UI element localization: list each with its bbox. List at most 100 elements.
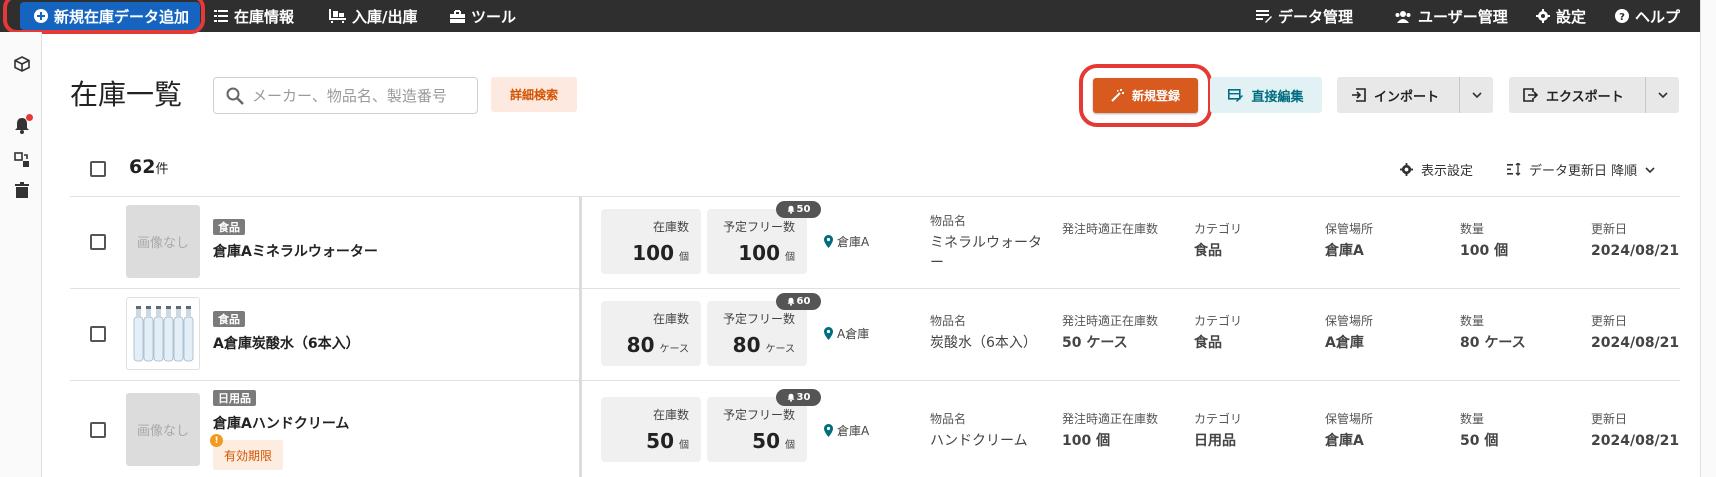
stock-label: 在庫数 — [652, 220, 689, 234]
search-icon — [226, 87, 244, 105]
stock-label: 在庫数 — [652, 408, 689, 422]
location: A倉庫 — [824, 325, 869, 342]
stock-value: 80 — [626, 333, 655, 357]
item-title[interactable]: A倉庫炭酸水（6本入） — [213, 333, 360, 353]
bell-icon — [787, 297, 795, 306]
trash-icon[interactable] — [12, 180, 32, 200]
nav-inventory[interactable]: 在庫情報 — [214, 0, 294, 32]
list-icon — [214, 10, 228, 22]
product-image[interactable] — [126, 297, 200, 370]
water-bottles-image — [133, 305, 194, 361]
category-field: カテゴリ 食品 — [1194, 220, 1242, 261]
category-value: 食品 — [1194, 243, 1222, 259]
search-input[interactable] — [252, 86, 472, 105]
place-label: 保管場所 — [1325, 412, 1374, 426]
category-value: 日用品 — [1194, 433, 1236, 449]
item-title[interactable]: 倉庫Aミネラルウォーター — [213, 241, 378, 261]
alert-value: 30 — [796, 392, 811, 403]
nav-inventory-label: 在庫情報 — [234, 7, 295, 26]
free-unit: ケース — [765, 344, 796, 355]
export-main[interactable]: エクスポート — [1509, 77, 1645, 113]
chevron-down-icon — [1645, 166, 1655, 173]
nav-tools[interactable]: ツール — [450, 0, 516, 32]
import-button[interactable]: インポート — [1337, 77, 1493, 113]
nav-inout[interactable]: 入庫/出庫 — [329, 0, 417, 32]
export-label: エクスポート — [1546, 89, 1624, 105]
row-checkbox[interactable] — [90, 422, 106, 438]
row-checkbox[interactable] — [90, 234, 106, 250]
import-main[interactable]: インポート — [1337, 77, 1459, 113]
location-pin-icon — [824, 327, 833, 340]
sort-icon — [1507, 163, 1521, 176]
free-count-box: 予定フリー数 100 個 — [707, 209, 807, 274]
select-all-checkbox[interactable] — [90, 161, 106, 177]
category-label: カテゴリ — [1194, 314, 1243, 328]
thumbnail-placeholder[interactable]: 画像なし — [126, 393, 200, 466]
item-name-value: ハンドクリーム — [930, 433, 1028, 449]
category-field: カテゴリ 日用品 — [1194, 410, 1242, 451]
location-label: 倉庫A — [837, 424, 870, 438]
location-pin-icon — [824, 424, 833, 437]
gear-icon — [1400, 163, 1413, 176]
table-row[interactable]: 画像なし 日用品 倉庫Aハンドクリーム 有効期限 ! 在庫数 50 個 予定フリー… — [70, 380, 1680, 472]
reorder-field: 発注時適正在庫数 50 ケース — [1062, 312, 1158, 353]
nav-tools-label: ツール — [471, 7, 517, 26]
nav-settings[interactable]: 設定 — [1536, 0, 1586, 32]
reorder-field: 発注時適正在庫数 — [1062, 220, 1158, 241]
row-checkbox[interactable] — [90, 326, 106, 342]
import-label: インポート — [1374, 89, 1440, 105]
chevron-down-icon — [1471, 92, 1482, 98]
location-label: A倉庫 — [837, 327, 870, 341]
advanced-search-button[interactable]: 詳細検索 — [491, 77, 577, 112]
place-label: 保管場所 — [1325, 314, 1374, 328]
box-icon[interactable] — [12, 54, 32, 74]
nav-help[interactable]: ? ヘルプ — [1615, 0, 1680, 32]
pallet-icon — [329, 9, 346, 23]
toolbox-icon — [450, 9, 465, 23]
alert-threshold-badge: 50 — [776, 201, 821, 218]
export-button[interactable]: エクスポート — [1509, 77, 1679, 113]
table-row[interactable]: 画像なし 食品 倉庫Aミネラルウォーター 在庫数 100 個 予定フリー数 100… — [70, 196, 1680, 288]
nav-data-management[interactable]: データ管理 — [1256, 0, 1353, 32]
category-value: 食品 — [1194, 335, 1222, 351]
updated-label: 更新日 — [1591, 314, 1628, 328]
display-settings-label: 表示設定 — [1421, 164, 1474, 179]
quantity-value: 50 個 — [1460, 433, 1499, 449]
import-icon — [1352, 88, 1366, 102]
place-value: 倉庫A — [1325, 433, 1364, 449]
sort-select[interactable]: データ更新日 降順 — [1507, 160, 1655, 179]
stock-unit: ケース — [659, 344, 690, 355]
page-title: 在庫一覧 — [70, 78, 183, 111]
place-field: 保管場所倉庫A — [1325, 410, 1373, 451]
scrollbar[interactable] — [1700, 0, 1716, 477]
reorder-label: 発注時適正在庫数 — [1062, 314, 1159, 328]
alert-value: 50 — [796, 204, 811, 215]
display-settings-button[interactable]: 表示設定 — [1400, 160, 1473, 179]
category-label: カテゴリ — [1194, 222, 1243, 236]
free-label: 予定フリー数 — [722, 220, 795, 234]
category-label: カテゴリ — [1194, 412, 1243, 426]
item-name-value: 炭酸水（6本入） — [930, 335, 1037, 351]
quantity-field: 数量 100 個 — [1460, 220, 1508, 261]
transfer-icon[interactable] — [12, 150, 32, 170]
reorder-value: 50 ケース — [1062, 335, 1128, 351]
location-pin-icon — [824, 235, 833, 248]
import-dropdown-toggle[interactable] — [1459, 77, 1493, 113]
thumbnail-placeholder[interactable]: 画像なし — [126, 205, 200, 278]
search-box[interactable] — [213, 77, 478, 114]
left-sidebar — [0, 32, 42, 477]
item-title[interactable]: 倉庫Aハンドクリーム — [213, 413, 349, 433]
top-navbar: 新規在庫データ追加 在庫情報 入庫/出庫 ツール データ管理 ユーザー管理 設定… — [0, 0, 1700, 32]
stock-label: 在庫数 — [652, 312, 689, 326]
nav-user-management[interactable]: ユーザー管理 — [1394, 0, 1508, 32]
location: 倉庫A — [824, 233, 869, 250]
gear-icon — [1536, 9, 1550, 23]
warning-icon: ! — [210, 434, 223, 447]
free-label: 予定フリー数 — [722, 408, 795, 422]
export-dropdown-toggle[interactable] — [1645, 77, 1679, 113]
table-row[interactable]: 食品 A倉庫炭酸水（6本入） 在庫数 80 ケース 予定フリー数 80 ケース 60… — [70, 288, 1680, 380]
direct-edit-button[interactable]: 直接編集 — [1210, 77, 1322, 113]
item-name-field: 物品名 炭酸水（6本入） — [930, 312, 1050, 353]
place-field: 保管場所 倉庫A — [1325, 220, 1373, 261]
category-badge: 日用品 — [213, 390, 256, 406]
